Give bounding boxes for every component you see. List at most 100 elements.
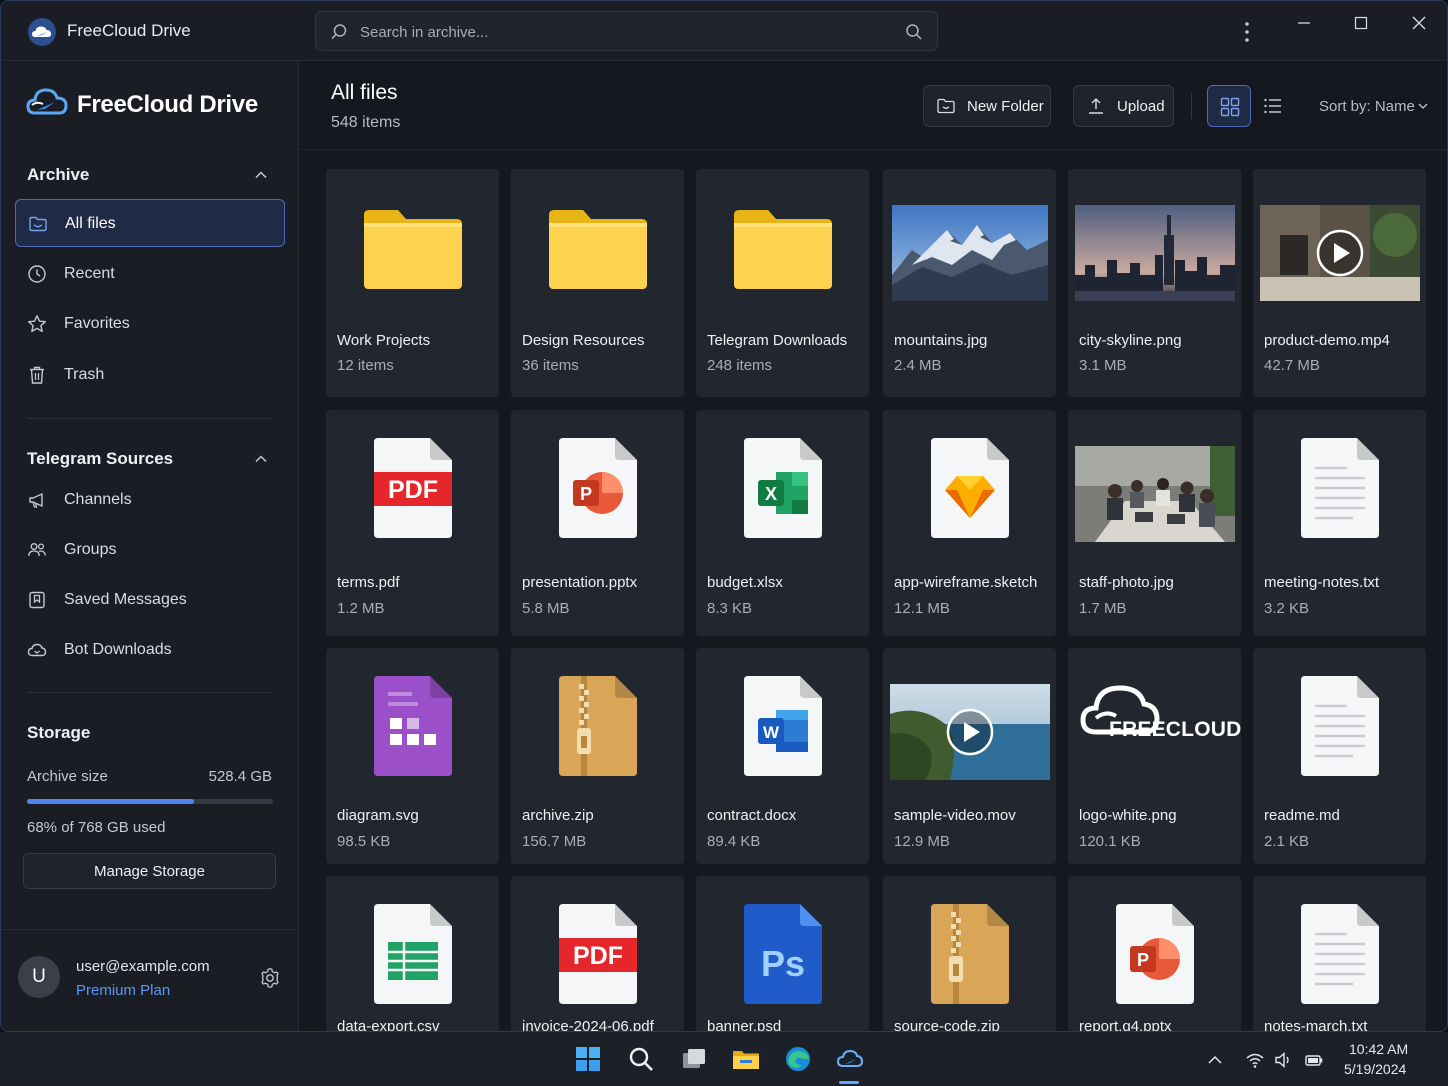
clock-date[interactable]: 5/19/2024 [1344,1061,1406,1077]
sidebar-item-bot-downloads[interactable]: Bot Downloads [15,626,285,674]
search-input[interactable] [360,20,880,44]
logo-wordmark: FREECLOUD [1109,718,1241,741]
battery-icon[interactable] [1304,1050,1324,1070]
file-card-telegram-downloads[interactable]: Telegram Downloads 248 items [696,169,869,397]
sidebar-item-all-files[interactable]: All files [15,199,285,247]
user-panel: U user@example.com Premium Plan [1,929,299,1031]
file-card-app-wireframe-sketch[interactable]: app-wireframe.sketch 12.1 MB [883,410,1056,636]
active-app-indicator [839,1081,859,1084]
chevron-up-icon[interactable] [253,451,269,467]
file-card-banner-psd[interactable]: Ps banner.psd [696,876,869,1032]
file-card-mountains-jpg[interactable]: mountains.jpg 2.4 MB [883,169,1056,397]
sort-dropdown[interactable]: Sort by: Name [1319,98,1415,115]
close-icon[interactable] [1399,9,1439,37]
file-card-work-projects[interactable]: Work Projects 12 items [326,169,499,397]
pdf-file-icon: PDF [511,904,684,1014]
app-window: FreeCloud Drive Search in archive... Fre… [0,0,1448,1032]
maximize-icon[interactable] [1341,9,1381,37]
file-meta: 120.1 KB [1079,833,1141,850]
file-name: presentation.pptx [522,574,638,591]
file-name: source-code.zip [894,1018,1000,1032]
volume-icon[interactable] [1274,1050,1294,1070]
image-thumbnail [883,197,1056,307]
file-card-notes-march-txt[interactable]: notes-march.txt [1253,876,1426,1031]
header-divider [299,149,1447,150]
gear-icon[interactable] [259,967,281,989]
minimize-icon[interactable] [1284,9,1324,37]
txt-file-icon [1253,676,1426,786]
sidebar-item-channels[interactable]: Channels [15,476,285,524]
edge-icon[interactable] [783,1044,813,1074]
file-meta: 36 items [522,357,579,374]
psd-file-icon: Ps [696,904,869,1014]
file-card-staff-photo-jpg[interactable]: staff-photo.jpg 1.7 MB [1068,410,1241,636]
search-submit-icon[interactable] [905,23,923,41]
search-icon[interactable] [626,1044,656,1074]
toolbar-separator [1191,93,1192,119]
user-plan[interactable]: Premium Plan [76,982,170,999]
bookmark-icon [29,591,45,609]
file-card-data-export-csv[interactable]: data-export.csv [326,876,499,1031]
file-card-archive-zip[interactable]: archive.zip 156.7 MB [511,648,684,864]
chevron-down-icon[interactable] [1417,100,1429,112]
file-name: readme.md [1264,807,1340,824]
storage-used-text: 68% of 768 GB used [27,819,166,836]
file-card-diagram-svg[interactable]: diagram.svg 98.5 KB [326,648,499,864]
file-card-design-resources[interactable]: Design Resources 36 items [511,169,684,397]
file-card-report-q4-pptx[interactable]: Preport.q4.pptx [1068,876,1241,1031]
main-content: All files 548 items New Folder Upload So… [299,61,1447,1032]
storage-heading: Storage [27,723,91,742]
file-meta: 3.1 MB [1079,357,1127,374]
file-card-readme-md[interactable]: readme.md 2.1 KB [1253,648,1426,864]
file-card-meeting-notes-txt[interactable]: meeting-notes.txt 3.2 KB [1253,410,1426,636]
sidebar-item-groups[interactable]: Groups [15,526,285,574]
chevron-up-icon[interactable] [253,167,269,183]
upload-button[interactable]: Upload [1073,85,1174,127]
file-card-city-skyline-png[interactable]: city-skyline.png 3.1 MB [1068,169,1241,397]
upload-icon [1089,98,1103,114]
file-explorer-icon[interactable] [731,1044,761,1074]
grid-view-button[interactable] [1207,85,1251,127]
wifi-icon[interactable] [1245,1050,1265,1070]
avatar[interactable]: U [18,956,60,998]
new-folder-button[interactable]: New Folder [923,85,1051,127]
task-view-icon[interactable] [679,1044,709,1074]
file-name: banner.psd [707,1018,782,1032]
sidebar-item-saved-messages[interactable]: Saved Messages [15,576,285,624]
csv-file-icon [326,904,499,1014]
file-card-terms-pdf[interactable]: PDF terms.pdf 1.2 MB [326,410,499,636]
file-name: Work Projects [337,332,431,349]
file-name: invoice-2024-06.pdf [522,1018,654,1032]
windows-start-icon[interactable] [573,1044,603,1074]
manage-storage-button[interactable]: Manage Storage [23,853,276,889]
archive-heading: Archive [27,165,90,184]
file-name: diagram.svg [337,807,419,824]
file-meta: 3.2 KB [1264,600,1310,617]
file-name: city-skyline.png [1079,332,1182,349]
file-card-product-demo-mp4[interactable]: product-demo.mp4 42.7 MB [1253,169,1426,397]
file-name: archive.zip [522,807,594,824]
file-card-budget-xlsx[interactable]: Xbudget.xlsx 8.3 KB [696,410,869,636]
pptx-file-icon: P [511,438,684,548]
file-name: contract.docx [707,807,797,824]
file-meta: 1.2 MB [337,600,385,617]
sidebar-item-trash[interactable]: Trash [15,351,285,399]
sidebar-item-favorites[interactable]: Favorites [15,300,285,348]
taskbar: 10:42 AM 5/19/2024 [0,1032,1448,1086]
file-card-presentation-pptx[interactable]: Ppresentation.pptx 5.8 MB [511,410,684,636]
more-options-icon[interactable] [1237,19,1257,45]
search-box[interactable] [315,11,938,51]
list-view-button[interactable] [1251,85,1295,127]
freecloud-icon[interactable] [835,1044,865,1074]
file-card-sample-video-mov[interactable]: sample-video.mov 12.9 MB [883,648,1056,864]
file-card-source-code-zip[interactable]: source-code.zip [883,876,1056,1032]
sidebar-item-label: Recent [64,265,115,282]
clock-time[interactable]: 10:42 AM [1349,1041,1408,1057]
sidebar-item-recent[interactable]: Recent [15,250,285,298]
file-card-logo-white-png[interactable]: FREECLOUD logo-white.png 120.1 KB [1068,648,1241,864]
chevron-up-icon[interactable] [1205,1050,1225,1070]
app-logo-icon [28,18,56,46]
file-card-invoice-2024-06-pdf[interactable]: PDF invoice-2024-06.pdf [511,876,684,1032]
file-card-contract-docx[interactable]: Wcontract.docx 89.4 KB [696,648,869,864]
title-bar: FreeCloud Drive [1,1,1447,61]
